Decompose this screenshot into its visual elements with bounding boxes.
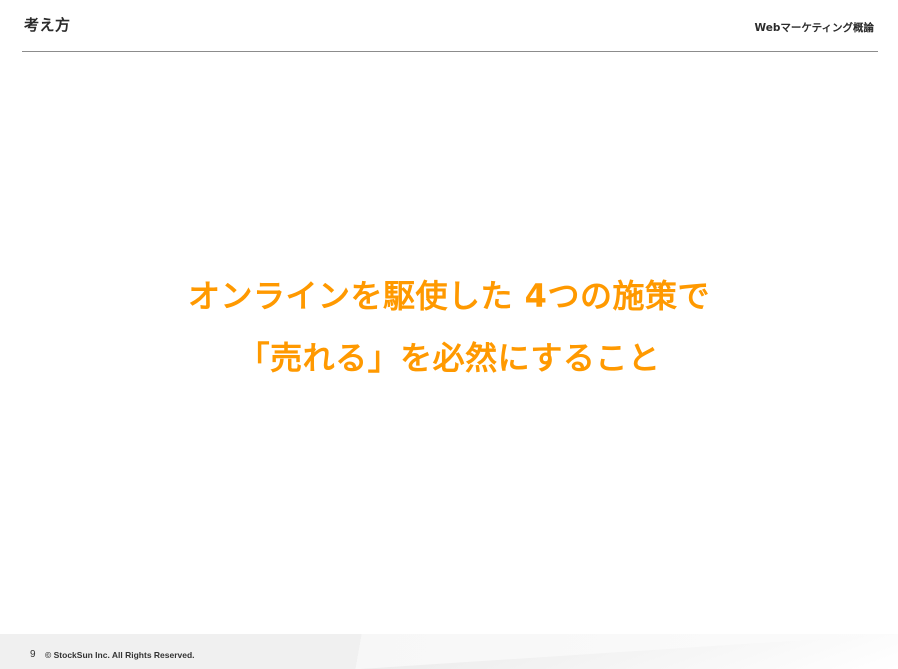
copyright-notice: © StockSun Inc. All Rights Reserved. [45,650,195,660]
key-message: オンラインを駆使した 4つの施策で 「売れる」を必然にすること [0,280,898,374]
page-number: 9 [30,649,36,660]
slide: 考え方 Webマーケティング概論 オンラインを駆使した 4つの施策で 「売れる」… [0,0,898,669]
key-message-line-1: オンラインを駆使した 4つの施策で [188,277,710,315]
footer-decoration [360,634,898,669]
deck-name: Webマーケティング概論 [754,22,874,34]
header-divider [22,51,878,52]
slide-title: 考え方 [24,16,71,34]
key-message-line-2: 「売れる」を必然にすること [237,339,661,377]
